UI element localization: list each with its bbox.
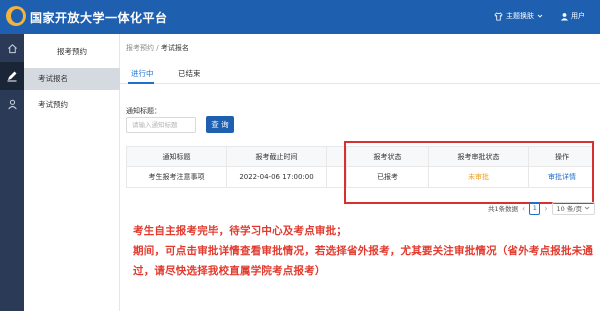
iconbar-edit[interactable] [0,62,24,90]
nav-item-exam-registration[interactable]: 考试报名 [24,68,120,90]
top-header: 国家开放大学一体化平台 主题换肤 用户 [0,0,600,34]
annotation-line-1: 考生自主报考完毕，待学习中心及考点审批； [133,225,347,237]
app-title: 国家开放大学一体化平台 [30,11,168,25]
chevron-down-icon [537,13,543,19]
annotation-line-3: 过，请尽快选择我校直属学院考点报考） [133,265,326,277]
university-logo [6,6,26,26]
cell-notice-title: 考生报考注意事项 [127,167,227,187]
annotation-line-2: 期间，可点击审批详情查看审批情况，若选择省外报考，尤其要关注审批情况（省外考点报… [133,245,594,257]
tab-ended[interactable]: 已结束 [178,68,201,79]
breadcrumb-current: 考试报名 [160,44,189,52]
total-count: 共1条数据 [488,205,519,213]
shirt-icon [494,11,503,21]
person-icon [7,99,18,110]
page-number-current[interactable]: 1 [529,201,541,215]
user-menu[interactable]: 用户 [560,11,585,21]
icon-sidebar [0,34,24,311]
sub-navigation: 报考预约 考试报名 考试预约 [24,34,120,311]
pagination: 共1条数据 ‹ 1 › 10 条/页 [488,201,596,215]
breadcrumb-parent[interactable]: 报考预约 [126,44,154,52]
chevron-down-icon [584,205,590,211]
prev-page-button[interactable]: ‹ [522,204,525,213]
nav-group-title: 报考预约 [57,47,87,56]
notice-title-input[interactable] [126,117,196,133]
query-button[interactable]: 查 询 [206,116,234,133]
notice-title-label: 通知标题： [126,107,161,115]
status-tabs: 进行中 已结束 [120,64,600,84]
breadcrumb: 报考预约 / 考试报名 [126,43,189,53]
annotation-highlight-box [344,141,594,204]
page-size-select[interactable]: 10 条/页 [551,201,596,215]
edit-icon [6,70,18,82]
iconbar-home[interactable] [0,34,24,62]
user-label: 用户 [571,12,585,20]
nav-item-exam-booking[interactable]: 考试预约 [24,94,120,116]
page-size-value: 10 条/页 [556,205,583,213]
col-deadline: 报考截止时间 [227,147,327,166]
next-page-button[interactable]: › [544,204,547,213]
theme-switch-button[interactable]: 主题换肤 [494,11,543,21]
active-tab-indicator [128,82,154,84]
breadcrumb-separator: / [156,44,159,52]
cell-deadline: 2022-04-06 17:00:00 [227,167,327,187]
user-icon [560,12,569,21]
iconbar-person[interactable] [0,90,24,118]
col-notice-title: 通知标题 [127,147,227,166]
theme-switch-label: 主题换肤 [506,12,534,20]
home-icon [7,43,18,54]
tab-in-progress[interactable]: 进行中 [131,68,154,79]
